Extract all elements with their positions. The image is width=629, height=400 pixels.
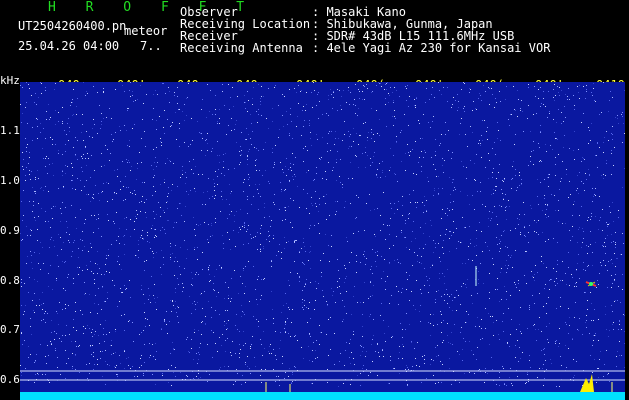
file-type: meteor bbox=[124, 24, 168, 38]
signal-peak bbox=[580, 374, 594, 392]
count-value: 7.. bbox=[140, 39, 162, 53]
spectrogram-panel bbox=[20, 82, 625, 400]
freq-tick: 0.7 bbox=[0, 323, 20, 336]
freq-tick: 1.1 bbox=[0, 124, 20, 137]
noise-layer bbox=[20, 82, 625, 387]
freq-tick: 0.9 bbox=[0, 224, 20, 237]
freq-tick: 1.0 bbox=[0, 174, 20, 187]
file-name: UT2504260400.pn bbox=[18, 19, 127, 33]
timestamp: 25.04.26 04:00 bbox=[18, 39, 120, 53]
spectrogram-plot bbox=[20, 82, 625, 400]
antenna-value: : 4ele Yagi Az 230 for Kansai VOR bbox=[312, 41, 551, 55]
frequency-unit: kHz bbox=[0, 74, 20, 87]
freq-tick: 0.8 bbox=[0, 274, 20, 287]
antenna-label: Receiving Antenna bbox=[180, 41, 303, 55]
signal-baseline bbox=[20, 392, 625, 400]
freq-tick: 0.6 bbox=[0, 373, 20, 386]
